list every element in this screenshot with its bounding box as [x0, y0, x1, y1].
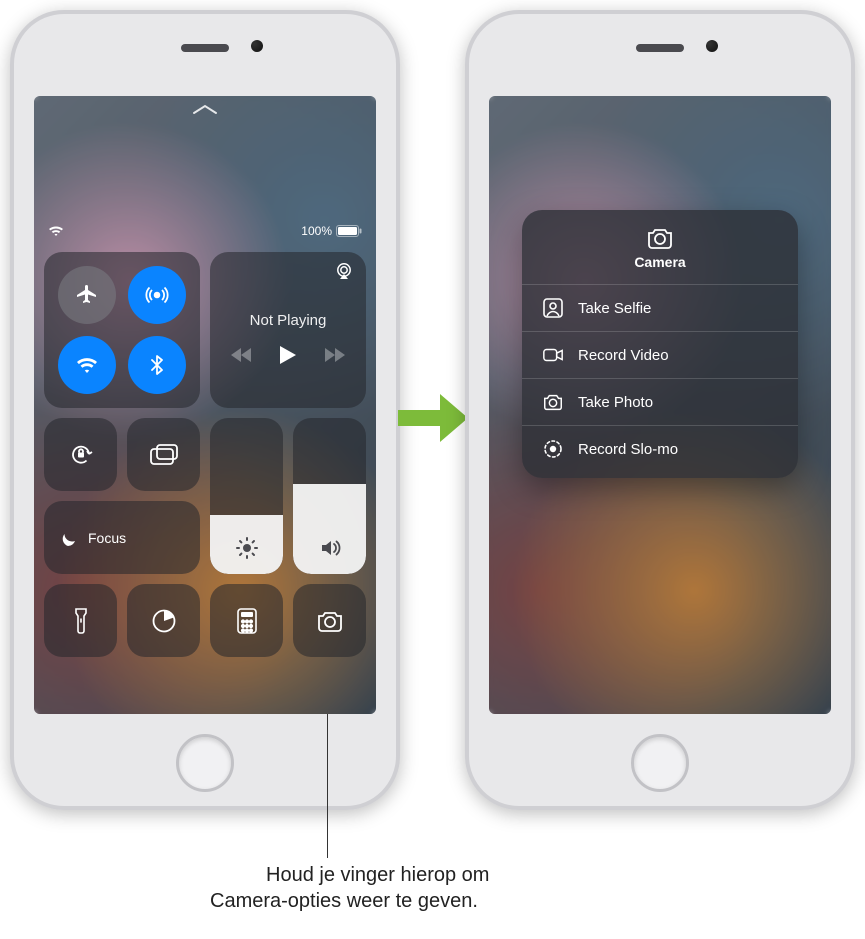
caption: Houd je vinger hierop om Camera-opties w…: [210, 862, 520, 914]
device-left: 100%: [10, 10, 400, 810]
menu-item-label: Record Slo-mo: [578, 441, 678, 458]
video-icon: [542, 344, 564, 366]
airplay-icon[interactable]: [334, 262, 354, 280]
device-speaker: [636, 44, 684, 52]
selfie-icon: [542, 297, 564, 319]
moon-icon: [58, 528, 78, 548]
control-center-grid: Not Playing: [44, 252, 366, 667]
menu-item-label: Take Photo: [578, 394, 653, 411]
menu-item-label: Record Video: [578, 347, 669, 364]
arrow-icon: [398, 390, 468, 446]
flashlight-button[interactable]: [44, 584, 117, 657]
menu-item-take-photo[interactable]: Take Photo: [522, 378, 798, 425]
caption-line-2: Camera-opties weer te geven.: [210, 888, 520, 914]
menu-item-label: Take Selfie: [578, 300, 651, 317]
status-bar: 100%: [48, 224, 362, 238]
camera-menu-title: Camera: [634, 254, 685, 270]
screen-mirroring-button[interactable]: [127, 418, 200, 491]
home-button[interactable]: [631, 734, 689, 792]
device-front-camera: [251, 40, 263, 52]
calculator-button[interactable]: [210, 584, 283, 657]
volume-icon: [318, 536, 342, 560]
slomo-icon: [542, 438, 564, 460]
orientation-lock-button[interactable]: [44, 418, 117, 491]
camera-icon: [645, 226, 675, 250]
menu-item-take-selfie[interactable]: Take Selfie: [522, 284, 798, 331]
home-button[interactable]: [176, 734, 234, 792]
airdrop-toggle[interactable]: [128, 266, 186, 324]
chevron-up-icon[interactable]: [190, 102, 220, 116]
screen-camera-menu: Camera Take Selfie Record Video Take Pho…: [489, 96, 831, 714]
menu-item-record-slomo[interactable]: Record Slo-mo: [522, 425, 798, 472]
battery-icon: [336, 225, 362, 237]
menu-item-record-video[interactable]: Record Video: [522, 331, 798, 378]
timer-button[interactable]: [127, 584, 200, 657]
connectivity-tile[interactable]: [44, 252, 200, 408]
wifi-toggle[interactable]: [58, 336, 116, 394]
media-prev-icon[interactable]: [231, 347, 253, 363]
volume-slider[interactable]: [293, 418, 366, 574]
device-speaker: [181, 44, 229, 52]
airplane-mode-toggle[interactable]: [58, 266, 116, 324]
brightness-slider[interactable]: [210, 418, 283, 574]
media-title: Not Playing: [250, 312, 327, 329]
brightness-icon: [235, 536, 259, 560]
camera-button[interactable]: [293, 584, 366, 657]
callout-line: [327, 714, 328, 858]
media-play-icon[interactable]: [279, 345, 297, 365]
screen-control-center: 100%: [34, 96, 376, 714]
camera-quick-actions-menu: Camera Take Selfie Record Video Take Pho…: [522, 210, 798, 478]
photo-icon: [542, 391, 564, 413]
focus-button[interactable]: Focus: [44, 501, 200, 574]
focus-label: Focus: [88, 530, 126, 546]
device-right: Camera Take Selfie Record Video Take Pho…: [465, 10, 855, 810]
bluetooth-toggle[interactable]: [128, 336, 186, 394]
media-tile[interactable]: Not Playing: [210, 252, 366, 408]
battery-percentage: 100%: [301, 224, 332, 238]
caption-line-1: Houd je vinger hierop om: [210, 862, 520, 888]
device-front-camera: [706, 40, 718, 52]
media-next-icon[interactable]: [323, 347, 345, 363]
wifi-status-icon: [48, 225, 64, 237]
